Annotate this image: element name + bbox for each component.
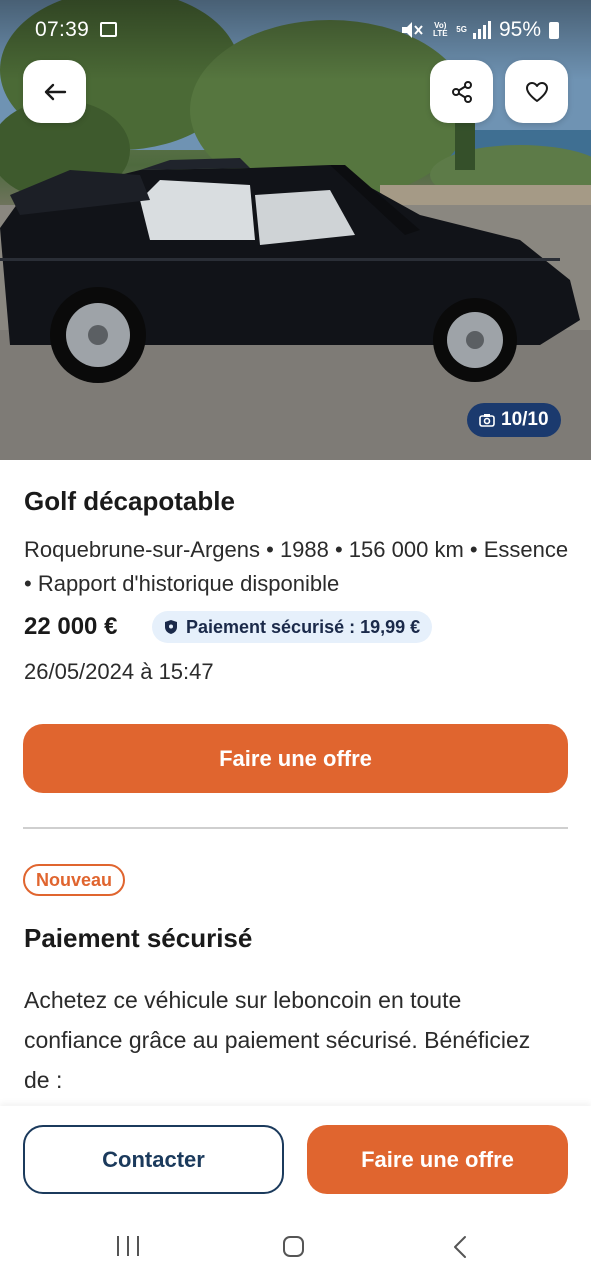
secure-payment-badge[interactable]: Paiement sécurisé : 19,99 € xyxy=(152,611,433,643)
contact-button[interactable]: Contacter xyxy=(23,1125,284,1194)
photo-counter-text: 10/10 xyxy=(501,409,549,430)
status-bar: 07:39 Vo) LTE 5G 95% xyxy=(0,0,591,60)
listing-title: Golf décapotable xyxy=(24,486,235,516)
share-icon xyxy=(451,80,472,103)
secure-payment-text: Paiement sécurisé : 19,99 € xyxy=(186,616,421,637)
arrow-left-icon xyxy=(44,83,66,100)
listing-price: 22 000 € xyxy=(24,613,118,640)
listing-date: 26/05/2024 à 15:47 xyxy=(24,659,214,684)
divider xyxy=(23,827,568,829)
heart-icon xyxy=(525,81,548,102)
photo-counter[interactable]: 10/10 xyxy=(467,403,561,437)
signal-icon xyxy=(472,21,491,39)
shield-icon xyxy=(165,620,177,634)
image-icon xyxy=(100,22,117,37)
make-offer-bottom-button[interactable]: Faire une offre xyxy=(307,1125,568,1194)
recents-icon[interactable] xyxy=(117,1236,139,1256)
listing-photo[interactable] xyxy=(0,0,591,460)
back-button[interactable] xyxy=(23,60,86,123)
mute-icon xyxy=(402,22,424,38)
make-offer-button[interactable]: Faire une offre xyxy=(23,724,568,793)
system-navigation-bar xyxy=(0,1218,591,1280)
favorite-button[interactable] xyxy=(505,60,568,123)
volte-icon: Vo) LTE xyxy=(433,21,448,38)
secure-payment-description: Achetez ce véhicule sur leboncoin en tou… xyxy=(24,987,531,1093)
status-time: 07:39 xyxy=(35,18,90,41)
5g-icon: 5G xyxy=(456,25,467,34)
battery-level: 95% xyxy=(498,18,541,41)
share-button[interactable] xyxy=(430,60,493,123)
listing-details: Roquebrune-sur-Argens • 1988 • 156 000 k… xyxy=(24,537,569,596)
secure-payment-title: Paiement sécurisé xyxy=(24,923,253,953)
camera-icon xyxy=(479,414,495,427)
system-back-icon[interactable] xyxy=(452,1235,468,1259)
battery-icon xyxy=(549,21,559,39)
home-icon[interactable] xyxy=(283,1236,304,1257)
new-badge: Nouveau xyxy=(23,864,126,896)
status-indicators: Vo) LTE 5G 95% xyxy=(400,18,559,42)
